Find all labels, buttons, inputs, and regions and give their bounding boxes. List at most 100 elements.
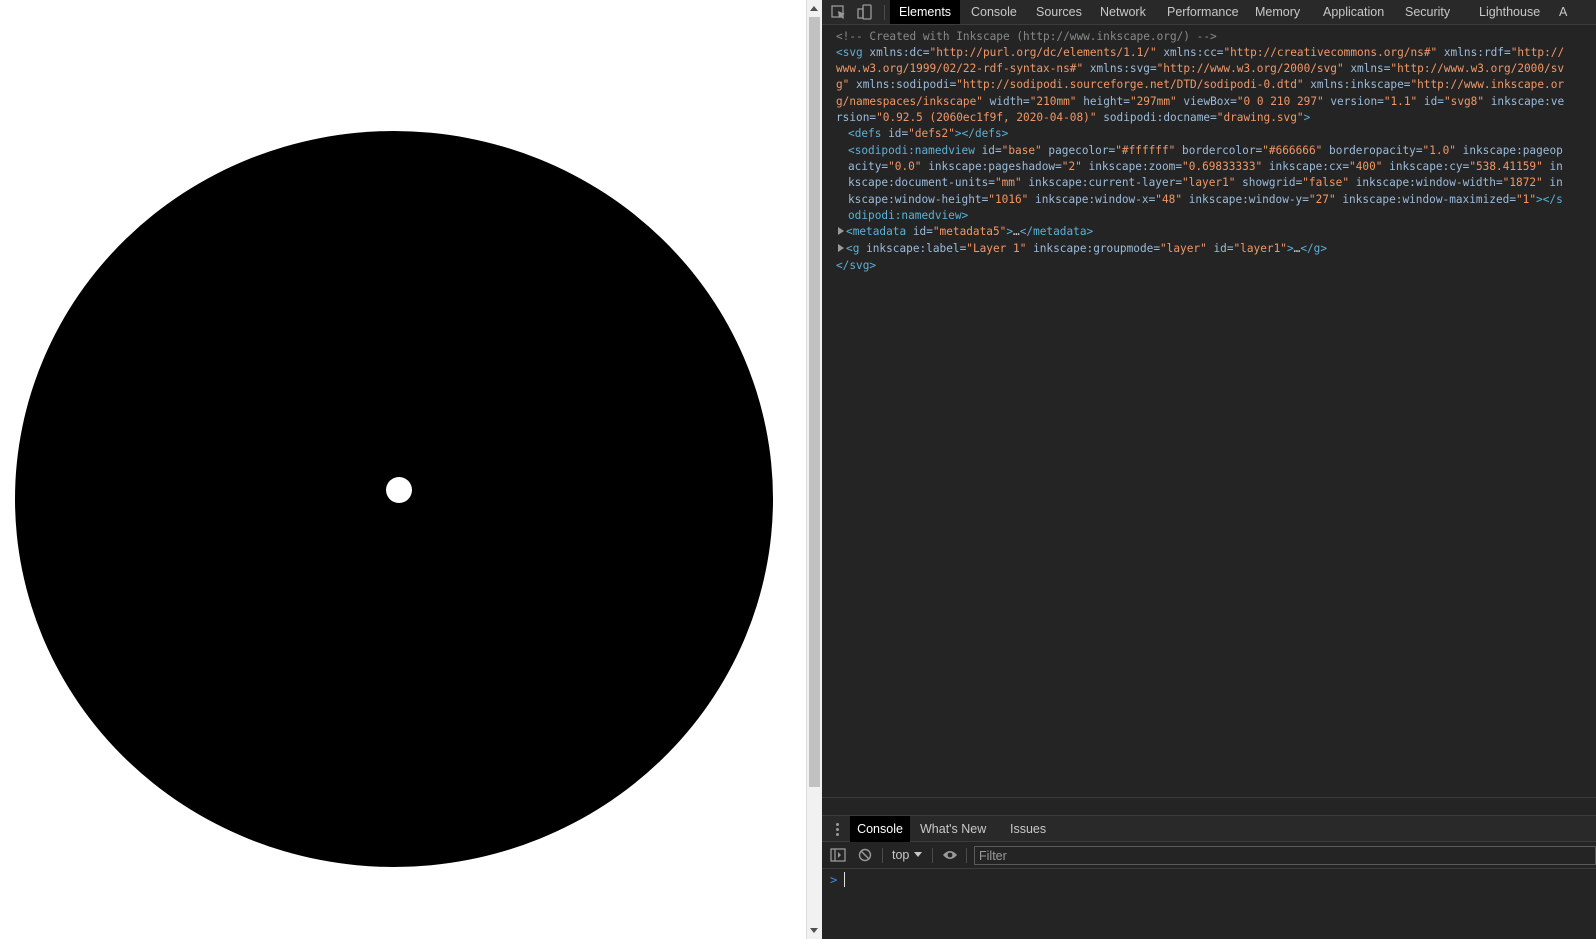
namedview-attr-value: "48" <box>1155 192 1182 206</box>
dom-comment[interactable]: <!-- Created with Inkscape (http://www.i… <box>836 29 1566 45</box>
namedview-attr-value: "base" <box>1001 144 1042 157</box>
namedview-attr-name: inkscape:cy <box>1389 160 1463 174</box>
svg-attr-name: id <box>1423 94 1438 108</box>
svg-attr-name: version <box>1330 94 1378 108</box>
g-attributes: inkscape:label="Layer 1" inkscape:groupm… <box>866 242 1287 255</box>
svg-tag-name: svg <box>842 46 863 59</box>
page-viewport <box>0 0 806 939</box>
console-input-caret[interactable] <box>844 872 845 887</box>
drawer-tab-issues[interactable]: Issues <box>1010 816 1046 842</box>
namedview-attr-name: inkscape:window-y <box>1188 192 1303 206</box>
toolbar-separator <box>932 848 933 863</box>
namedview-attr-name: id <box>981 144 995 157</box>
expand-arrow-icon[interactable] <box>838 244 844 252</box>
svg-attr-value: "297mm" <box>1129 94 1177 108</box>
svg-attr-value: "http://creativecommons.org/ns#" <box>1223 46 1438 59</box>
drawer-tab-whats-new[interactable]: What's New <box>920 816 986 842</box>
console-filter-input[interactable] <box>974 846 1596 865</box>
namedview-attr-value: "27" <box>1308 192 1336 206</box>
tab-performance[interactable]: Performance <box>1167 0 1239 24</box>
clear-console-icon[interactable] <box>858 848 872 862</box>
tab-elements[interactable]: Elements <box>890 0 960 24</box>
namedview-attr-name: inkscape:cx <box>1268 160 1343 174</box>
svg-attr-name: xmlns <box>1350 62 1384 76</box>
svg-attr-value: "http://sodipodi.sourceforge.net/DTD/sod… <box>956 78 1304 92</box>
svg-attr-value: "0 0 210 297" <box>1236 94 1324 108</box>
scroll-up-icon[interactable] <box>810 6 818 11</box>
drawer-tab-console[interactable]: Console <box>850 816 910 842</box>
svg-attr-name: width <box>989 94 1024 108</box>
expand-arrow-icon[interactable] <box>838 227 844 235</box>
namedview-attr-value: "layer1" <box>1182 176 1236 190</box>
context-selector[interactable]: top <box>892 848 923 864</box>
toolbar-separator <box>884 5 885 20</box>
dom-svg-close[interactable]: </svg> <box>836 258 1566 274</box>
svg-attr-name: height <box>1083 94 1124 108</box>
dom-node-svg[interactable]: <svg xmlns:dc="http://purl.org/dc/elemen… <box>836 45 1566 126</box>
tab-sources[interactable]: Sources <box>1036 0 1082 24</box>
svg-attr-name: xmlns:rdf <box>1443 46 1504 59</box>
defs-close-tag: </defs> <box>961 127 1009 140</box>
white-center-dot <box>386 477 412 503</box>
metadata-attr-value: "metadata5" <box>932 225 1007 238</box>
page-scrollbar[interactable] <box>806 0 822 939</box>
tab-security[interactable]: Security <box>1405 0 1450 24</box>
defs-attr-value: "defs2" <box>908 127 955 140</box>
namedview-attr-value: "538.41159" <box>1469 160 1543 174</box>
svg-attr-value: "svg8" <box>1443 94 1485 108</box>
namedview-attr-value: "#666666" <box>1262 144 1323 157</box>
tab-network[interactable]: Network <box>1100 0 1146 24</box>
svg-attr-name: xmlns:svg <box>1089 62 1150 76</box>
namedview-attr-name: showgrid <box>1242 176 1296 190</box>
namedview-attr-value: "400" <box>1349 160 1383 174</box>
dom-node-namedview[interactable]: <sodipodi:namedview id="base" pagecolor=… <box>848 143 1566 224</box>
device-toolbar-icon[interactable] <box>856 4 874 20</box>
console-prompt-icon: > <box>830 873 838 887</box>
svg-attr-value: "0.92.5 (2060ec1f9f, 2020-04-08)" <box>876 110 1097 124</box>
sidebar-toggle-icon[interactable] <box>830 848 846 862</box>
svg-attr-name: viewBox <box>1183 94 1231 108</box>
namedview-attr-value: "2" <box>1061 160 1082 174</box>
drawer-divider[interactable] <box>822 797 1596 798</box>
dom-node-metadata[interactable]: <metadata id="metadata5">…</metadata> <box>838 224 1568 240</box>
tab-memory[interactable]: Memory <box>1255 0 1300 24</box>
toolbar-separator <box>882 848 883 863</box>
metadata-attr-name: id <box>912 225 927 238</box>
svg-attr-name: xmlns:cc <box>1163 46 1217 59</box>
svg-attr-name: xmlns:inkscape <box>1310 78 1404 92</box>
live-expression-eye-icon[interactable] <box>942 849 958 861</box>
tab-overflow[interactable]: A <box>1559 0 1567 24</box>
svg-attr-value: "http://www.w3.org/2000/svg" <box>1156 62 1344 76</box>
metadata-tag-name: metadata <box>852 225 907 238</box>
g-attr-name: id <box>1213 242 1227 255</box>
namedview-attr-value: "mm" <box>994 176 1022 190</box>
namedview-attr-value: "false" <box>1302 176 1350 190</box>
svg-attr-name: sodipodi:docname <box>1103 110 1211 124</box>
svg-attr-value: "210mm" <box>1029 94 1077 108</box>
inspect-element-icon[interactable] <box>830 4 848 20</box>
namedview-attr-name: inkscape:window-maximized <box>1342 192 1510 206</box>
namedview-attr-name: inkscape:zoom <box>1088 160 1176 174</box>
svg-attr-name: xmlns:dc <box>869 46 923 59</box>
g-attr-value: "layer1" <box>1233 242 1287 255</box>
drawer-tab-bar: Console What's New Issues <box>822 815 1596 842</box>
dom-node-layer-group[interactable]: <g inkscape:label="Layer 1" inkscape:gro… <box>838 241 1568 257</box>
namedview-attr-value: "1" <box>1516 192 1537 206</box>
scroll-down-icon[interactable] <box>810 928 818 933</box>
namedview-attr-name: pagecolor <box>1048 144 1109 157</box>
tab-application[interactable]: Application <box>1323 0 1384 24</box>
svg-attr-name: xmlns:sodipodi <box>856 78 950 92</box>
svg-attributes: xmlns:dc="http://purl.org/dc/elements/1.… <box>836 46 1565 124</box>
tab-lighthouse[interactable]: Lighthouse <box>1479 0 1540 24</box>
tab-console[interactable]: Console <box>971 0 1017 24</box>
namedview-attr-value: "1.0" <box>1422 144 1456 157</box>
dom-node-defs[interactable]: <defs id="defs2"></defs> <box>848 126 1578 142</box>
namedview-attr-name: inkscape:pageshadow <box>928 160 1056 174</box>
dom-tree: <!-- Created with Inkscape (http://www.i… <box>822 25 1596 797</box>
svg-attr-value: "http://purl.org/dc/elements/1.1/" <box>929 46 1157 59</box>
namedview-tag-name: sodipodi:namedview <box>854 144 975 157</box>
scrollbar-thumb[interactable] <box>809 17 820 787</box>
namedview-attr-value: "#ffffff" <box>1115 144 1176 157</box>
devtools-tab-bar: Elements Console Sources Network Perform… <box>822 0 1596 25</box>
drawer-menu-icon[interactable] <box>836 823 839 837</box>
